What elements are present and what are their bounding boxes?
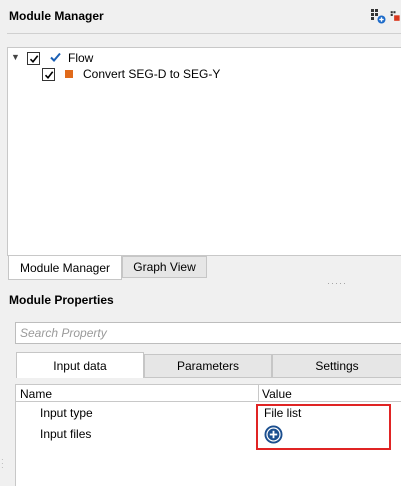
- tab-graph-view[interactable]: Graph View: [122, 256, 207, 278]
- flow-check-icon: [50, 52, 61, 66]
- remove-module-icon[interactable]: [390, 8, 401, 24]
- column-header-name[interactable]: Name: [20, 387, 52, 401]
- module-manager-title: Module Manager: [9, 9, 104, 23]
- value-highlight-box: [256, 404, 391, 450]
- column-divider[interactable]: [258, 384, 259, 402]
- property-grid-header: [15, 384, 401, 402]
- module-properties-title: Module Properties: [9, 293, 114, 307]
- flow-checkbox[interactable]: [27, 52, 40, 65]
- module-checkbox[interactable]: [42, 68, 55, 81]
- tree-toolbar-divider: [7, 33, 401, 34]
- tab-module-manager[interactable]: Module Manager: [8, 256, 122, 280]
- tree-item-flow[interactable]: Flow: [68, 51, 93, 65]
- property-name-input-files: Input files: [40, 427, 92, 441]
- splitter-handle[interactable]: ·····: [327, 278, 347, 288]
- module-square-icon: [65, 70, 73, 78]
- tree-item-convert-segd[interactable]: Convert SEG-D to SEG-Y: [83, 67, 220, 81]
- expand-arrow-icon[interactable]: ▼: [11, 52, 20, 62]
- search-property-input[interactable]: [15, 322, 401, 344]
- tab-settings[interactable]: Settings: [272, 354, 401, 378]
- add-module-icon[interactable]: [370, 8, 386, 24]
- tab-input-data[interactable]: Input data: [16, 352, 144, 378]
- left-resize-grip[interactable]: · · ·: [1, 456, 4, 472]
- column-header-value[interactable]: Value: [262, 387, 292, 401]
- tab-parameters[interactable]: Parameters: [144, 354, 272, 378]
- property-name-input-type: Input type: [40, 406, 93, 420]
